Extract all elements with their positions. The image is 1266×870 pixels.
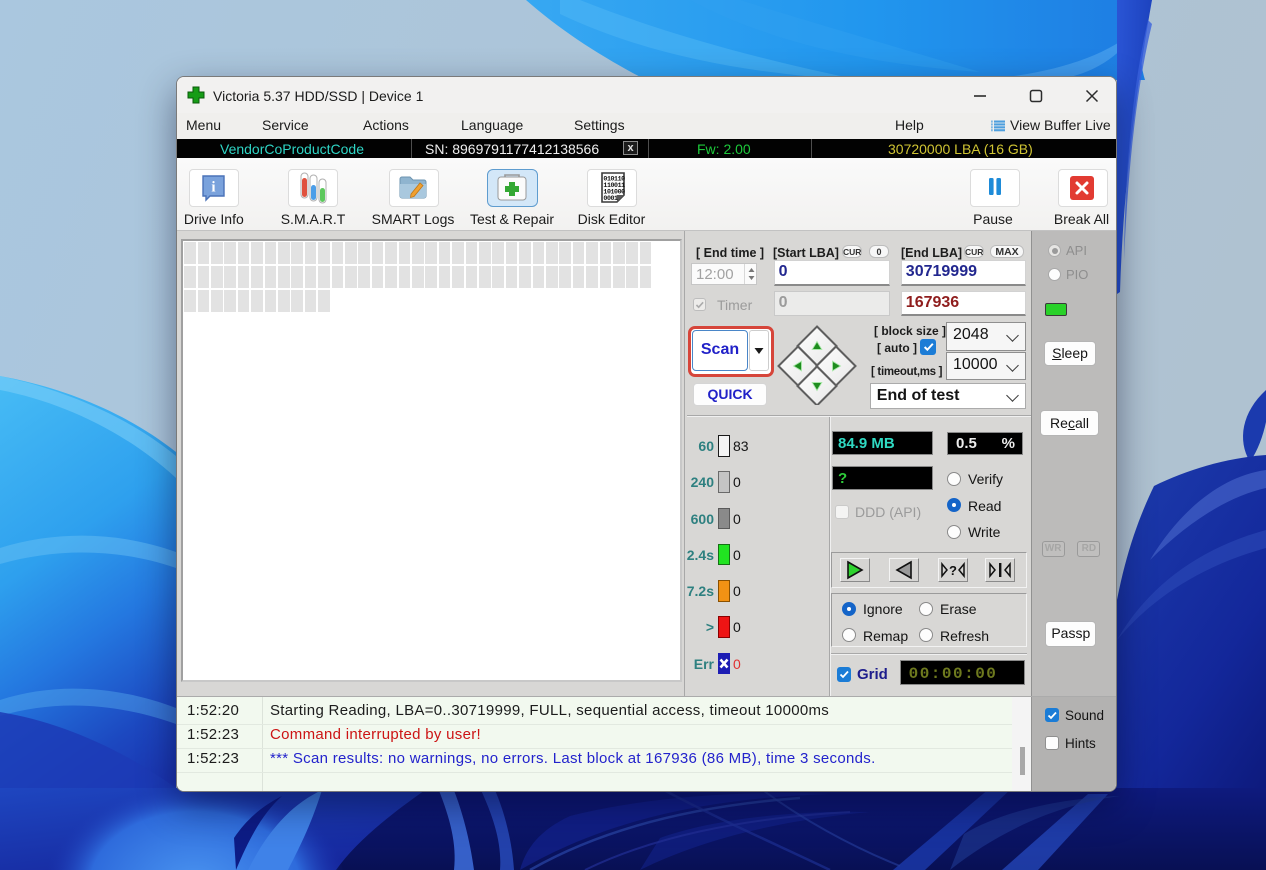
- svg-text:0001: 0001: [603, 195, 618, 202]
- svg-text:i: i: [211, 180, 215, 196]
- svg-text:?: ?: [949, 563, 957, 578]
